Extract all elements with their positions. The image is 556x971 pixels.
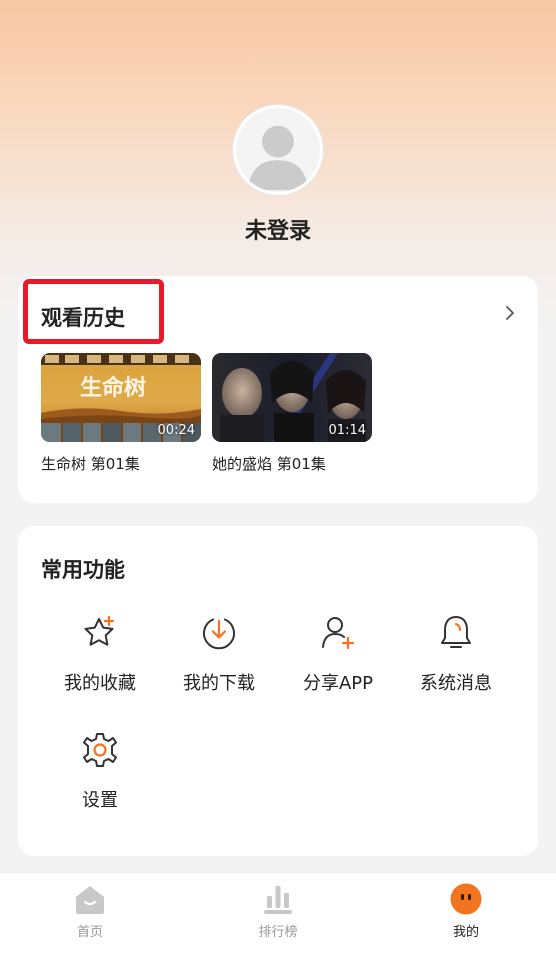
watch-history-card: 观看历史 生命树 00:24 生命树 第01集 01:14 她的盛焰 第01集 [18,276,538,503]
video-title: 她的盛焰 第01集 [212,455,326,473]
share-app-label: 分享APP [302,673,374,694]
system-messages-label: 系统消息 [420,673,492,694]
common-functions-title: 常用功能 [41,558,125,582]
settings-label: 设置 [82,790,118,811]
tab-ranking[interactable]: 排行榜 [218,883,338,940]
tab-ranking-label: 排行榜 [258,925,298,940]
star-plus-icon [84,615,115,646]
video-title: 生命树 第01集 [41,455,140,473]
video-thumbnail: 01:14 [212,353,372,442]
share-user-icon [322,617,355,650]
video-thumbnail: 生命树 00:24 [41,353,201,442]
common-functions-card: 常用功能 我的收藏 我的下载 分享APP 系统消息 设置 [18,526,538,856]
login-status[interactable]: 未登录 [0,213,556,245]
gear-icon [83,733,117,767]
watch-history-title: 观看历史 [41,306,125,330]
system-messages-button[interactable]: 系统消息 [397,613,515,695]
share-app-button[interactable]: 分享APP [279,613,397,695]
tab-home-label: 首页 [76,925,103,940]
favorites-button[interactable]: 我的收藏 [41,613,159,695]
history-item[interactable]: 生命树 00:24 生命树 第01集 [41,353,201,474]
download-icon [203,618,235,650]
avatar[interactable] [233,105,323,195]
home-icon [76,886,104,914]
ranking-icon [264,886,292,914]
poster-title-text: 生命树 [80,375,146,401]
bottom-nav: 首页 排行榜 我的 [0,872,556,971]
chevron-right-icon[interactable] [502,302,518,324]
downloads-button[interactable]: 我的下载 [160,613,278,695]
history-item[interactable]: 01:14 她的盛焰 第01集 [212,353,372,474]
video-duration: 01:14 [328,423,366,438]
downloads-label: 我的下载 [183,673,255,694]
favorites-label: 我的收藏 [64,673,136,694]
bell-icon [441,616,471,648]
default-avatar-icon [236,108,320,192]
tab-mine[interactable]: 我的 [406,883,526,940]
video-duration: 00:24 [157,423,195,438]
settings-button[interactable]: 设置 [41,730,159,812]
tab-mine-label: 我的 [452,925,479,940]
profile-face-icon [450,883,482,915]
tab-home[interactable]: 首页 [30,883,150,940]
